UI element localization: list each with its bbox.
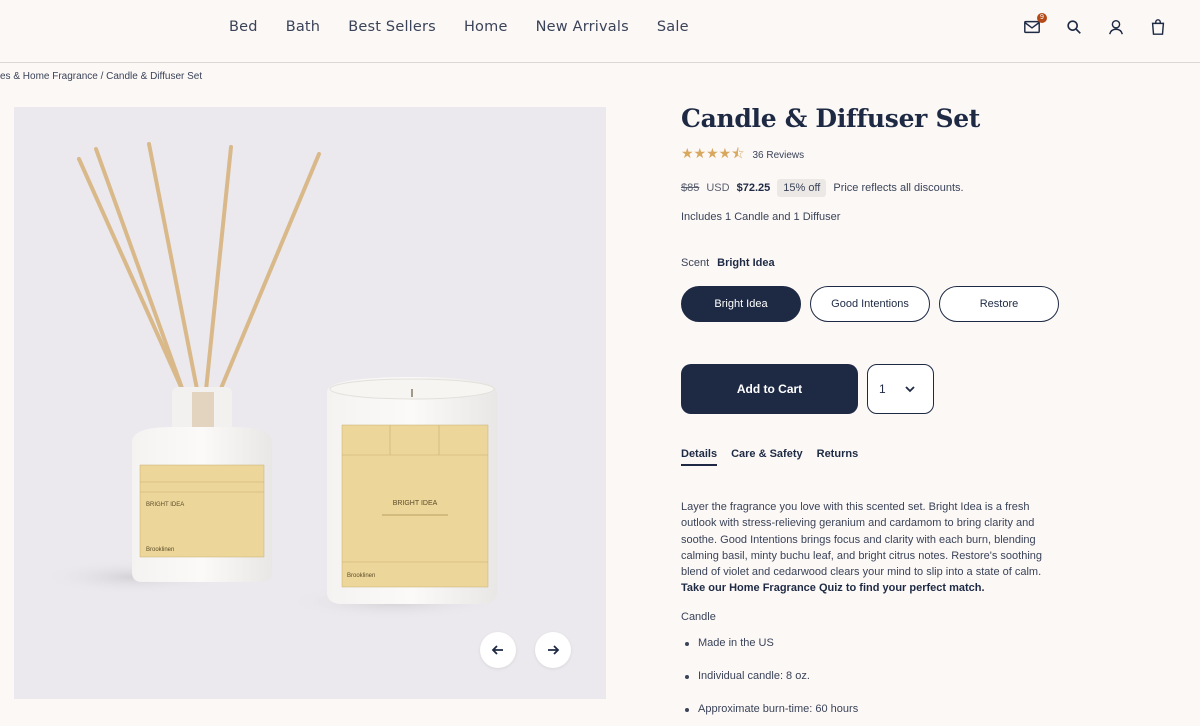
mail-icon[interactable]: 9 bbox=[1022, 13, 1047, 37]
account-icon[interactable] bbox=[1106, 17, 1126, 37]
discount-badge: 15% off bbox=[777, 179, 827, 197]
nav-item-bath[interactable]: Bath bbox=[286, 19, 321, 35]
add-to-cart-button[interactable]: Add to Cart bbox=[681, 364, 858, 414]
list-item: Approximate burn-time: 60 hours bbox=[681, 703, 1081, 715]
breadcrumb[interactable]: es & Home Fragrance / Candle & Diffuser … bbox=[0, 71, 202, 82]
candle-label-text: BRIGHT IDEA bbox=[393, 500, 438, 507]
price-note: Price reflects all discounts. bbox=[833, 182, 964, 194]
diffuser-bottle: BRIGHT IDEA Brooklinen bbox=[132, 387, 272, 582]
rating-row: ★★★★⯪ 36 Reviews bbox=[681, 143, 1081, 167]
quiz-link[interactable]: Take our Home Fragrance Quiz to find you… bbox=[681, 582, 985, 594]
scent-label: Scent bbox=[681, 257, 710, 269]
scent-options: Bright Idea Good Intentions Restore bbox=[681, 286, 1081, 322]
header-icons: 9 bbox=[1022, 13, 1168, 37]
star-rating-icon: ★★★★⯪ bbox=[681, 145, 745, 161]
nav-item-home[interactable]: Home bbox=[464, 19, 508, 35]
quantity-value: 1 bbox=[879, 382, 886, 396]
cart-row: Add to Cart 1 bbox=[681, 364, 1081, 414]
bag-icon[interactable] bbox=[1148, 17, 1168, 37]
scent-selected-value: Bright Idea bbox=[717, 257, 775, 269]
carousel-prev-button[interactable] bbox=[480, 632, 516, 668]
diffuser-label-text: BRIGHT IDEA bbox=[146, 502, 184, 508]
tab-care-safety[interactable]: Care & Safety bbox=[731, 448, 803, 466]
scent-option-good-intentions[interactable]: Good Intentions bbox=[810, 286, 930, 322]
price-row: $85 USD $72.25 15% off Price reflects al… bbox=[681, 179, 1081, 197]
tab-returns[interactable]: Returns bbox=[817, 448, 859, 466]
candle-brand-text: Brooklinen bbox=[347, 573, 375, 579]
product-description: Layer the fragrance you love with this s… bbox=[681, 499, 1066, 597]
product-photo-illustration: BRIGHT IDEA Brooklinen BRIGHT IDEA Brook… bbox=[39, 142, 504, 620]
reed-sticks bbox=[77, 142, 321, 431]
nav-item-sale[interactable]: Sale bbox=[657, 19, 689, 35]
mail-badge: 9 bbox=[1037, 13, 1047, 23]
main-nav: Bed Bath Best Sellers Home New Arrivals … bbox=[229, 19, 689, 35]
sale-price: $72.25 bbox=[736, 182, 771, 194]
scent-option-restore[interactable]: Restore bbox=[939, 286, 1059, 322]
candle-section-label: Candle bbox=[681, 610, 716, 623]
product-info: Candle & Diffuser Set ★★★★⯪ 36 Reviews $… bbox=[681, 104, 1081, 726]
description-text: Layer the fragrance you love with this s… bbox=[681, 501, 1043, 579]
nav-item-bed[interactable]: Bed bbox=[229, 19, 258, 35]
product-image: BRIGHT IDEA Brooklinen BRIGHT IDEA Brook… bbox=[14, 107, 606, 699]
scent-selection-label: Scent Bright Idea bbox=[681, 257, 1081, 269]
diffuser-brand-text: Brooklinen bbox=[146, 547, 174, 553]
tab-details[interactable]: Details bbox=[681, 448, 718, 466]
original-price: $85 bbox=[681, 182, 700, 194]
reviews-link[interactable]: 36 Reviews bbox=[752, 150, 804, 161]
nav-item-best-sellers[interactable]: Best Sellers bbox=[348, 19, 436, 35]
product-title: Candle & Diffuser Set bbox=[681, 104, 981, 133]
currency-unit: USD bbox=[706, 182, 730, 194]
includes-text: Includes 1 Candle and 1 Diffuser bbox=[681, 211, 841, 223]
arrow-right-icon bbox=[548, 645, 560, 655]
site-header: Bed Bath Best Sellers Home New Arrivals … bbox=[0, 0, 1200, 63]
product-tabs: Details Care & Safety Returns bbox=[681, 448, 1081, 466]
scent-option-bright-idea[interactable]: Bright Idea bbox=[681, 286, 801, 322]
carousel-next-button[interactable] bbox=[535, 632, 571, 668]
search-icon[interactable] bbox=[1064, 17, 1084, 37]
candle-details-list: Made in the US Individual candle: 8 oz. … bbox=[681, 637, 1081, 715]
chevron-down-icon bbox=[905, 386, 915, 393]
candle-jar: BRIGHT IDEA Brooklinen bbox=[327, 377, 497, 604]
list-item: Individual candle: 8 oz. bbox=[681, 670, 1081, 682]
arrow-left-icon bbox=[491, 645, 503, 655]
quantity-select[interactable]: 1 bbox=[867, 364, 934, 414]
list-item: Made in the US bbox=[681, 637, 1081, 649]
nav-item-new-arrivals[interactable]: New Arrivals bbox=[536, 19, 629, 35]
